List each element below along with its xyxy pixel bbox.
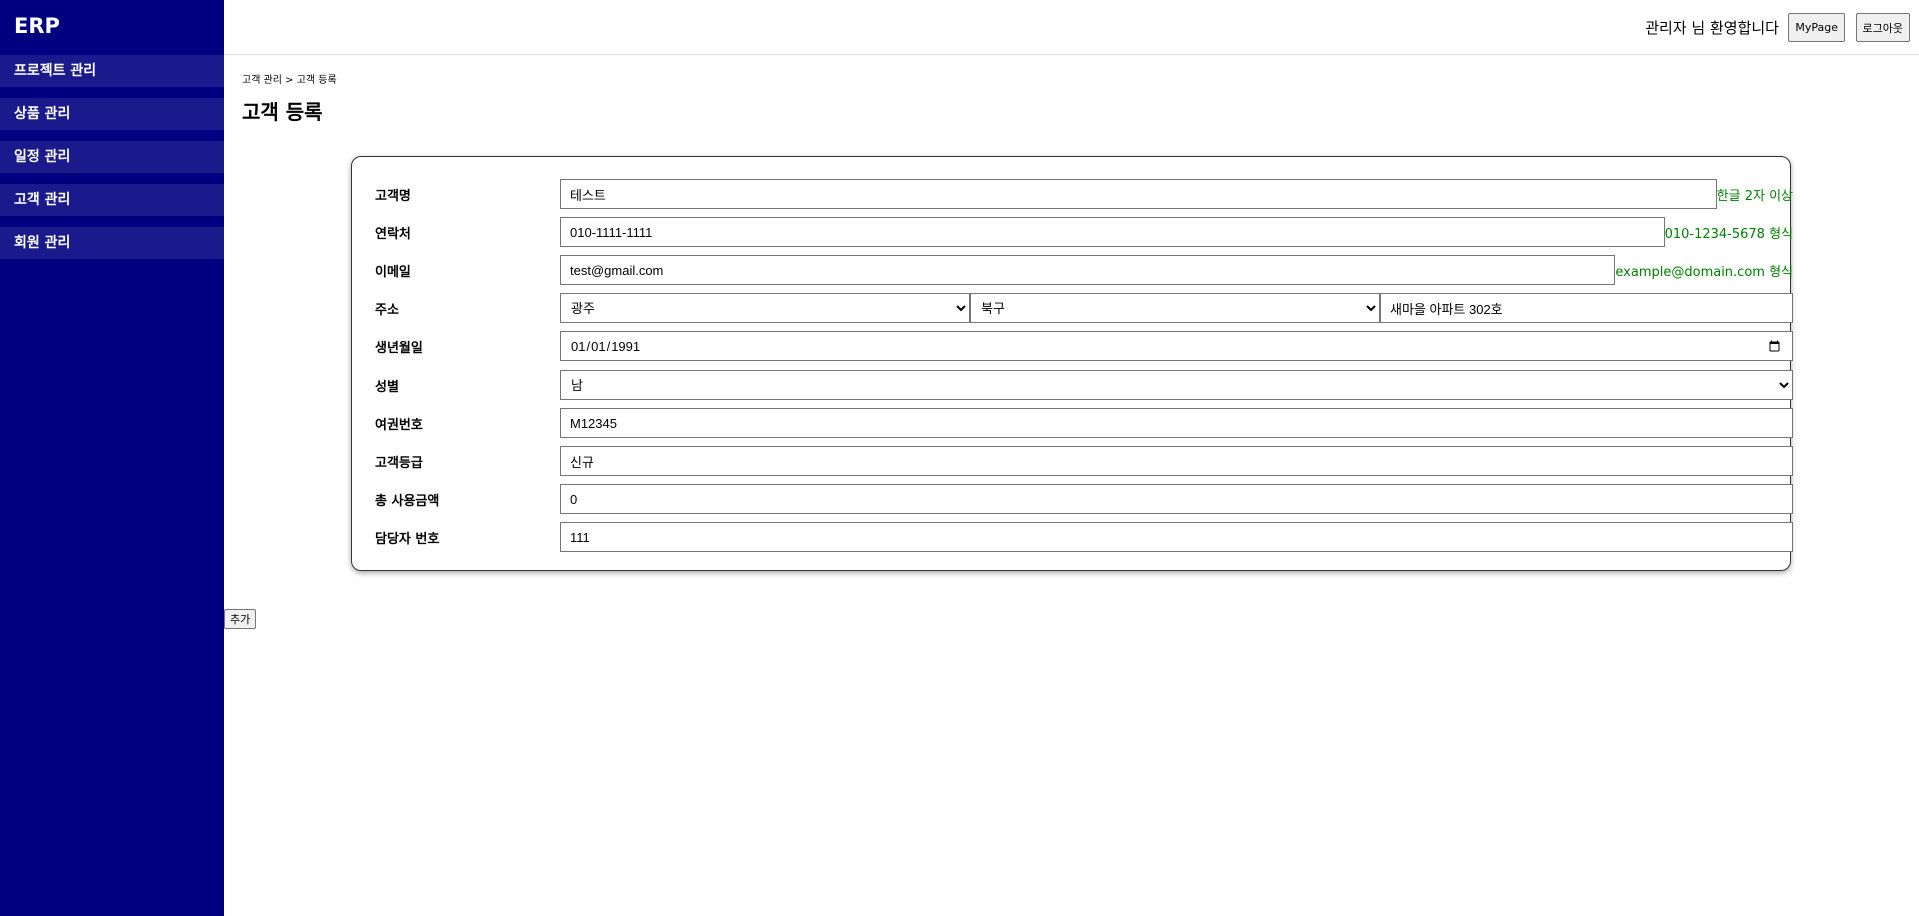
district-select[interactable]: 북구	[970, 293, 1380, 323]
passport-input[interactable]	[560, 408, 1793, 438]
name-hint: 한글 2자 이상	[1716, 188, 1793, 204]
sidebar-item-customer[interactable]: 고객 관리	[0, 184, 224, 216]
name-label: 고객명	[375, 189, 411, 204]
email-label: 이메일	[375, 265, 411, 280]
address-label: 주소	[375, 303, 399, 318]
city-select[interactable]: 광주	[560, 293, 970, 323]
form-row-email: 이메일 example@domain.com 형식	[375, 255, 1793, 285]
sidebar: ERP 프로젝트 관리 상품 관리 일정 관리 고객 관리 회원 관리	[0, 0, 224, 916]
form-row-manager-no: 담당자 번호	[375, 522, 1793, 552]
grade-label: 고객등급	[375, 456, 423, 471]
address-detail-input[interactable]	[1380, 293, 1793, 323]
logout-button[interactable]: 로그아웃	[1855, 13, 1910, 42]
breadcrumb: 고객 관리 > 고객 등록	[242, 75, 337, 86]
email-hint: example@domain.com 형식	[1615, 264, 1793, 280]
manager-no-input[interactable]	[560, 522, 1793, 552]
mypage-button[interactable]: MyPage	[1788, 13, 1845, 42]
sidebar-item-schedule[interactable]: 일정 관리	[0, 141, 224, 173]
page-title: 고객 등록	[242, 100, 323, 124]
email-input[interactable]	[560, 255, 1616, 285]
form-row-passport: 여권번호	[375, 408, 1793, 438]
form-row-phone: 연락처 010-1234-5678 형식	[375, 217, 1793, 247]
gender-label: 성별	[375, 380, 399, 395]
grade-input[interactable]	[560, 446, 1793, 476]
total-spent-input[interactable]	[560, 484, 1793, 514]
sidebar-item-member[interactable]: 회원 관리	[0, 227, 224, 259]
birth-label: 생년월일	[375, 341, 423, 356]
add-button[interactable]: 추가	[224, 609, 257, 629]
form-row-birth: 생년월일	[375, 331, 1793, 361]
sidebar-item-project[interactable]: 프로젝트 관리	[0, 55, 224, 87]
phone-hint: 010-1234-5678 형식	[1664, 226, 1793, 242]
sidebar-item-product[interactable]: 상품 관리	[0, 98, 224, 130]
phone-label: 연락처	[375, 227, 411, 242]
manager-no-label: 담당자 번호	[375, 532, 440, 547]
top-header: 관리자 님 환영합니다 MyPage 로그아웃	[224, 0, 1919, 55]
form-row-gender: 성별 남	[375, 370, 1793, 400]
form-row-grade: 고객등급	[375, 446, 1793, 476]
passport-label: 여권번호	[375, 418, 423, 433]
total-spent-label: 총 사용금액	[375, 494, 440, 509]
gender-select[interactable]: 남	[560, 370, 1793, 400]
form-row-address: 주소 광주 북구	[375, 293, 1793, 323]
app-logo[interactable]: ERP	[14, 14, 60, 38]
name-input[interactable]	[560, 179, 1717, 209]
welcome-text: 관리자 님 환영합니다	[1645, 19, 1779, 37]
phone-input[interactable]	[560, 217, 1665, 247]
form-row-name: 고객명 한글 2자 이상	[375, 179, 1793, 209]
birth-date-input[interactable]	[560, 331, 1793, 361]
form-row-total-spent: 총 사용금액	[375, 484, 1793, 514]
customer-form: 고객명 한글 2자 이상 연락처 010-1234-5678 형식 이메일 ex…	[351, 156, 1793, 571]
sidebar-nav: 프로젝트 관리 상품 관리 일정 관리 고객 관리 회원 관리	[0, 55, 224, 270]
